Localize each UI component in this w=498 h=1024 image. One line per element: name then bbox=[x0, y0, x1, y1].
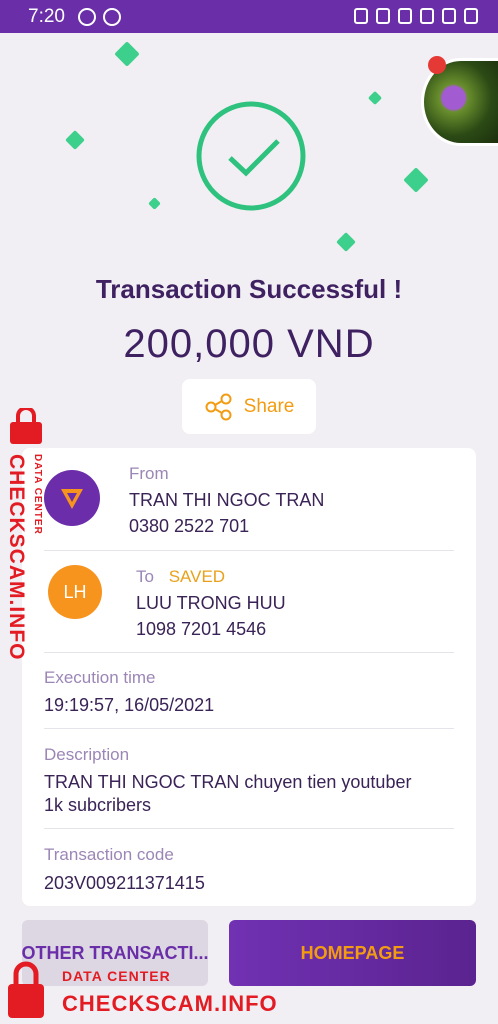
status-icons bbox=[354, 8, 478, 24]
transaction-title: Transaction Successful ! bbox=[95, 274, 403, 304]
status-bar: 7:20 bbox=[0, 0, 498, 33]
play-logo-icon bbox=[61, 489, 83, 509]
execution-label: Execution time bbox=[44, 668, 156, 687]
messenger-icon bbox=[103, 8, 121, 26]
to-name: LUU TRONG HUU bbox=[136, 593, 286, 613]
divider bbox=[44, 828, 454, 829]
mute-icon bbox=[376, 8, 390, 24]
transaction-code-label: Transaction code bbox=[44, 845, 174, 864]
watermark-text-bottom: CHECKSCAM.INFO bbox=[62, 991, 278, 1016]
from-name: TRAN THI NGOC TRAN bbox=[129, 490, 325, 510]
sparkle-icon bbox=[114, 41, 140, 67]
alarm-icon bbox=[354, 8, 368, 24]
saved-badge: SAVED bbox=[168, 567, 226, 586]
watermark-lock-icon bbox=[10, 408, 42, 444]
signal-icon bbox=[442, 8, 456, 24]
sparkle-icon bbox=[148, 197, 161, 210]
transaction-details-card: From TRAN THI NGOC TRAN 0380 2522 701 LH… bbox=[22, 448, 476, 906]
share-icon bbox=[205, 393, 232, 420]
status-time: 7:20 bbox=[28, 6, 65, 27]
sparkle-icon bbox=[65, 130, 85, 150]
wallet-logo bbox=[44, 470, 100, 526]
signal-icon bbox=[420, 8, 434, 24]
share-button[interactable]: Share bbox=[182, 379, 316, 434]
divider bbox=[44, 550, 454, 551]
execution-value: 19:19:57, 16/05/2021 bbox=[44, 695, 215, 715]
sparkle-icon bbox=[403, 167, 429, 193]
watermark-lock-icon bbox=[8, 961, 44, 1018]
to-phone: 1098 7201 4546 bbox=[136, 619, 267, 639]
messenger-icon bbox=[78, 8, 96, 26]
watermark-small-bottom: DATA CENTER bbox=[62, 968, 171, 984]
transaction-code-value: 203V009211371415 bbox=[44, 873, 205, 893]
sparkle-icon bbox=[367, 90, 383, 106]
recipient-avatar: LH bbox=[48, 565, 102, 619]
divider bbox=[44, 652, 454, 653]
wifi-icon bbox=[398, 8, 412, 24]
transaction-amount: 200,000 VND bbox=[123, 322, 375, 366]
battery-icon bbox=[464, 8, 478, 24]
notification-dot bbox=[428, 56, 446, 74]
description-line-2: 1k subcribers bbox=[44, 795, 152, 815]
success-check-icon bbox=[196, 101, 306, 211]
to-label: To bbox=[136, 567, 154, 586]
description-line-1: TRAN THI NGOC TRAN chuyen tien youtuber bbox=[44, 772, 412, 792]
watermark-small-vertical: DATA CENTER bbox=[32, 454, 43, 535]
description-label: Description bbox=[44, 745, 130, 764]
to-label-row: To SAVED bbox=[136, 567, 225, 587]
sparkle-icon bbox=[336, 232, 356, 252]
from-label: From bbox=[129, 464, 169, 483]
share-label: Share bbox=[243, 395, 295, 417]
divider bbox=[44, 728, 454, 729]
from-phone: 0380 2522 701 bbox=[129, 516, 250, 536]
watermark-text-vertical: CHECKSCAM.INFO bbox=[5, 454, 28, 661]
homepage-button[interactable]: HOMEPAGE bbox=[229, 920, 476, 986]
